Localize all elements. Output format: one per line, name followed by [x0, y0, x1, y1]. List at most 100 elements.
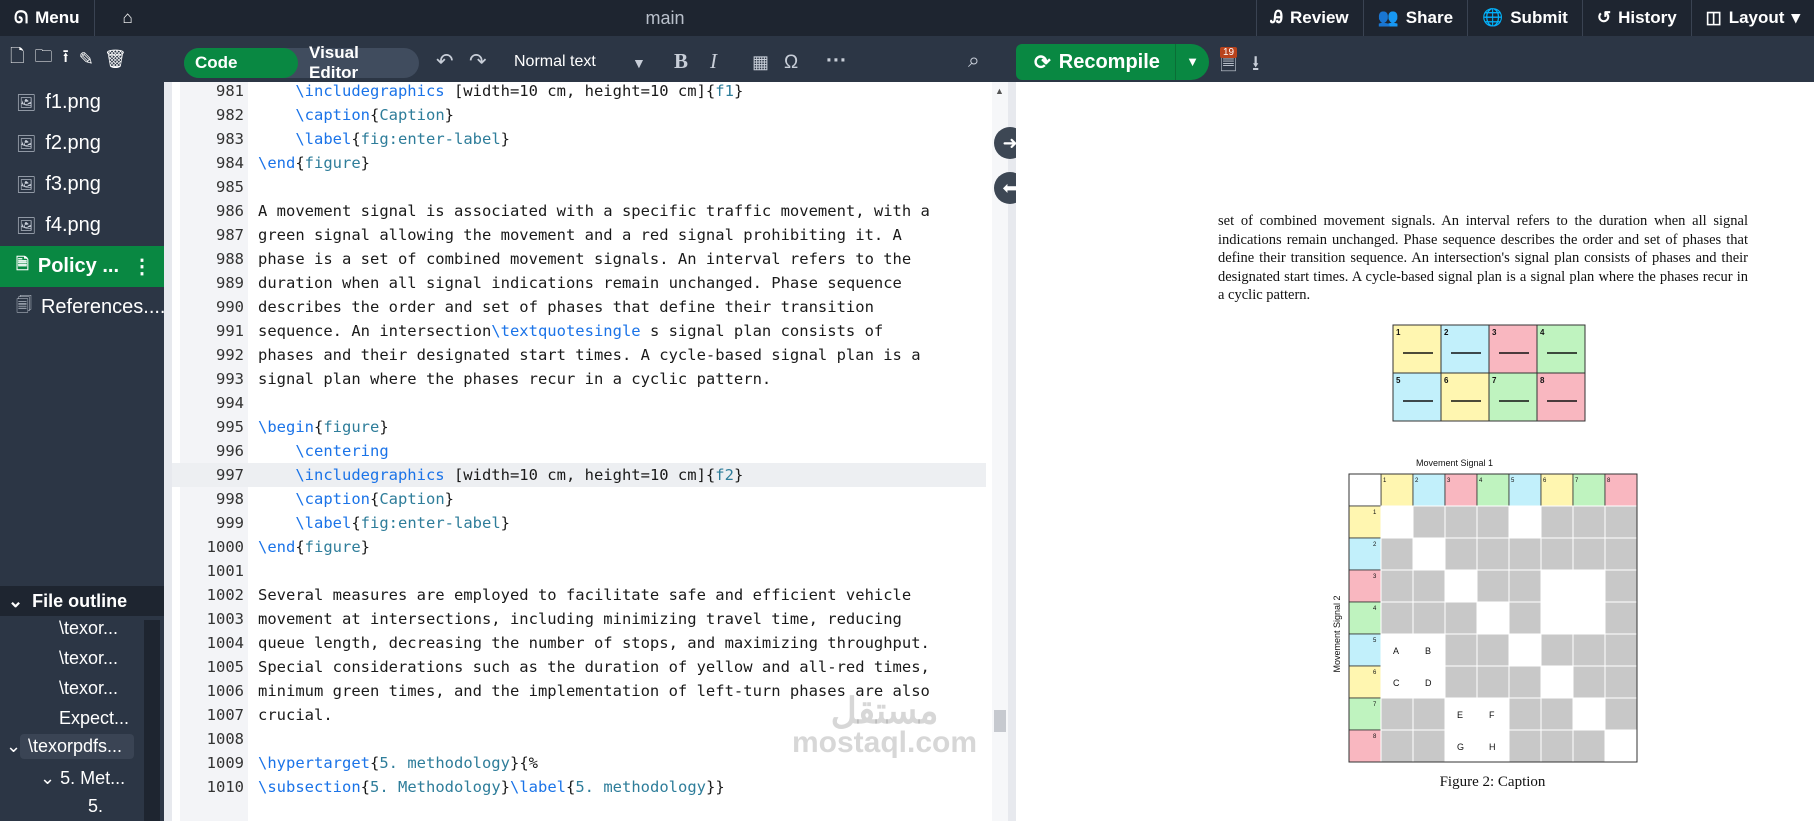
code-line[interactable]: 990 describes the order and set of phases…: [172, 295, 986, 319]
italic-icon[interactable]: I: [710, 49, 717, 74]
code-text: \caption{Caption}: [295, 106, 454, 124]
outline-item-active[interactable]: ⌄ \texorpdfs...: [6, 734, 135, 759]
code-line[interactable]: 991 sequence. An intersection\textquotesi…: [172, 319, 986, 343]
file-menu-icon[interactable]: ⋮: [132, 254, 152, 279]
search-icon[interactable]: ⌕: [968, 49, 980, 73]
submit-button[interactable]: 🌐 Submit: [1467, 0, 1582, 36]
file-name: f2.png: [45, 132, 101, 154]
menu-button[interactable]: ᘏ Menu: [0, 0, 94, 36]
code-line[interactable]: 996 \centering: [172, 439, 986, 463]
code-line[interactable]: 984 \end{figure}: [172, 151, 986, 175]
file-outline-header[interactable]: ⌄ File outline: [0, 586, 164, 616]
file-item-active[interactable]: 🗎 Policy ... ⋮: [0, 246, 164, 287]
grid-cell-letter: C: [1393, 678, 1400, 688]
outline-item[interactable]: \texor...: [59, 618, 118, 639]
caret-down-icon: ▾: [1791, 8, 1800, 27]
outline-item[interactable]: Expect...: [59, 708, 129, 729]
code-line[interactable]: 1001: [172, 559, 986, 583]
tile-number: 2: [1444, 328, 1449, 337]
review-button[interactable]: Ꭿ Review: [1255, 0, 1363, 36]
delete-trash-icon[interactable]: 🗑: [104, 49, 127, 70]
code-line[interactable]: 989 duration when all signal indications …: [172, 271, 986, 295]
grid-cell-letter: E: [1457, 710, 1463, 720]
visual-editor-tab[interactable]: Visual Editor: [298, 43, 419, 83]
grid-cell: [1540, 697, 1574, 731]
code-line[interactable]: 992 phases and their designated start tim…: [172, 343, 986, 367]
code-editor-tab[interactable]: Code Editor: [184, 48, 299, 102]
home-button[interactable]: ⌂: [93, 0, 161, 36]
omega-symbol-icon[interactable]: Ω: [784, 52, 798, 74]
file-name: References....: [40, 296, 166, 318]
bold-icon[interactable]: B: [674, 49, 688, 74]
grid-cell: [1508, 665, 1542, 699]
grid-cell-letter: F: [1489, 710, 1495, 720]
code-text: Special considerations such as the durat…: [258, 658, 930, 676]
download-pdf-icon[interactable]: ⭳: [1252, 49, 1259, 84]
file-item[interactable]: 🖼 f1.png: [0, 82, 164, 123]
grid-cell: [1540, 633, 1574, 667]
code-line[interactable]: 985: [172, 175, 986, 199]
history-button[interactable]: ↺ History: [1581, 0, 1691, 36]
code-line[interactable]: 995 \begin{figure}: [172, 415, 986, 439]
outline-item[interactable]: \texor...: [59, 678, 118, 699]
code-line[interactable]: 983 \label{fig:enter-label}: [172, 127, 986, 151]
caret-down-icon[interactable]: ▼: [632, 55, 646, 71]
code-text: crucial.: [258, 706, 333, 724]
code-line[interactable]: 994: [172, 391, 986, 415]
grid-cell: [1508, 601, 1542, 635]
code-line[interactable]: 1004 queue length, decreasing the number …: [172, 631, 986, 655]
line-number: 1008: [206, 730, 244, 748]
pdf-preview[interactable]: set of combined movement signals. An int…: [1016, 82, 1814, 821]
text-style-select[interactable]: Normal text: [514, 53, 596, 71]
review-label: Review: [1290, 8, 1349, 27]
outline-scrollbar[interactable]: [144, 620, 160, 821]
pdf-figure: 1 2 3 45 6 7 8Movement Signal 11 2 3 4 5 6 7 81234567…: [1332, 324, 1638, 763]
grid-cell: [1540, 569, 1574, 603]
code-line[interactable]: 998 \caption{Caption}: [172, 487, 986, 511]
grid-cell-letter: H: [1489, 742, 1496, 752]
grid-cell-letter: B: [1425, 646, 1431, 656]
more-options-icon[interactable]: ···: [826, 49, 847, 73]
outline-item[interactable]: 5.: [88, 796, 103, 817]
outline-item[interactable]: \texor...: [59, 648, 118, 669]
recompile-button[interactable]: ⟳ Recompile: [1016, 44, 1182, 80]
grid-cell: [1604, 537, 1638, 571]
share-button[interactable]: 👥 Share: [1362, 0, 1467, 36]
file-item[interactable]: 🖼 f2.png: [0, 123, 164, 164]
redo-icon[interactable]: ↷: [469, 49, 487, 74]
code-line[interactable]: 997 \includegraphics [width=10 cm, heigh…: [172, 463, 986, 487]
code-line[interactable]: 1002 Several measures are employed to fac…: [172, 583, 986, 607]
new-folder-icon[interactable]: 🗀: [34, 44, 52, 74]
grid-cell: [1380, 697, 1414, 731]
file-item[interactable]: 🖼 f3.png: [0, 164, 164, 205]
upload-icon[interactable]: ⭱: [62, 44, 68, 74]
new-file-icon[interactable]: 🗋: [10, 44, 24, 74]
scroll-up-icon[interactable]: ▲: [995, 86, 1004, 96]
undo-icon[interactable]: ↶: [436, 49, 454, 74]
outline-item[interactable]: ⌄ 5. Met...: [40, 768, 125, 789]
share-users-icon: 👥: [1377, 8, 1399, 27]
grid-cell: [1604, 505, 1638, 539]
file-item[interactable]: 🖼 f4.png: [0, 205, 164, 246]
code-line[interactable]: 999 \label{fig:enter-label}: [172, 511, 986, 535]
rename-pencil-icon[interactable]: ✎: [79, 49, 94, 70]
code-line[interactable]: 981 \includegraphics [width=10 cm, heigh…: [172, 79, 986, 103]
code-line[interactable]: 988 phase is a set of combined movement s…: [172, 247, 986, 271]
code-line[interactable]: 1010 \subsection{5. Methodology}\label{5.…: [172, 775, 986, 799]
code-line[interactable]: 987 green signal allowing the movement an…: [172, 223, 986, 247]
line-number: 1010: [206, 778, 244, 796]
code-line[interactable]: 993 signal plan where the phases recur in…: [172, 367, 986, 391]
code-line[interactable]: 1000 \end{figure}: [172, 535, 986, 559]
tile-number: 8: [1540, 376, 1545, 385]
code-line[interactable]: 982 \caption{Caption}: [172, 103, 986, 127]
code-line[interactable]: 986 A movement signal is associated with …: [172, 199, 986, 223]
line-number: 984: [216, 154, 244, 172]
scroll-thumb[interactable]: [994, 710, 1006, 732]
line-number: 990: [216, 298, 244, 316]
layout-button[interactable]: ◫ Layout ▾: [1690, 0, 1814, 36]
file-item[interactable]: 🗐 References....: [0, 287, 166, 328]
table-icon[interactable]: ▦: [752, 52, 769, 73]
code-line[interactable]: 1003 movement at intersections, including…: [172, 607, 986, 631]
grid-cell: [1604, 633, 1638, 667]
code-line[interactable]: 1005 Special considerations such as the d…: [172, 655, 986, 679]
